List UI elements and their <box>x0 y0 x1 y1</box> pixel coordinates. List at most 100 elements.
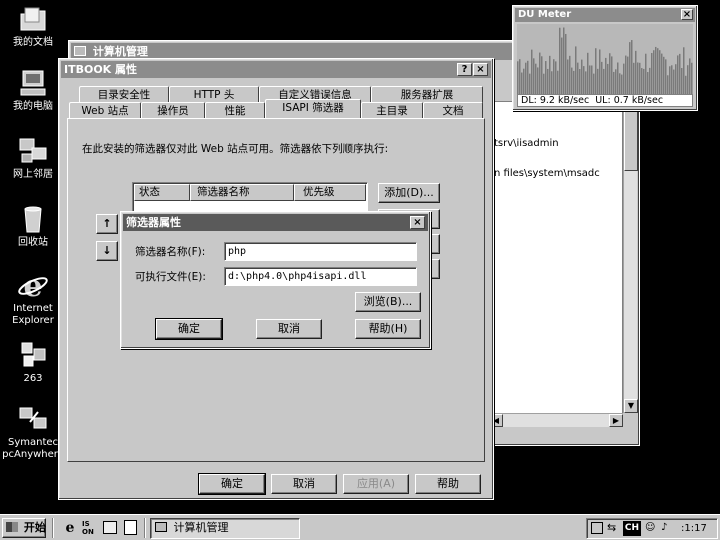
desktop-icon-label: Internet <box>13 303 53 314</box>
desktop-icon-ie[interactable]: e Internet Explorer <box>0 270 66 327</box>
column-header-filter-name[interactable]: 筛选器名称 <box>190 184 294 201</box>
quicklaunch-outlook-icon[interactable]: IS ON <box>82 520 98 536</box>
help-button[interactable]: 帮助 <box>415 474 481 494</box>
du-meter-graph-bar <box>543 73 545 94</box>
du-meter-graph-bar <box>625 55 627 94</box>
filter-properties-titlebar[interactable]: 筛选器属性 <box>123 214 428 231</box>
mmc-horizontal-scrollbar[interactable]: ◀ ▶ <box>489 413 623 427</box>
tab-server-extensions[interactable]: 服务器扩展 <box>371 86 483 103</box>
task-button-computer-management[interactable]: 计算机管理 <box>150 518 300 539</box>
scrollbar-thumb[interactable] <box>624 101 638 171</box>
du-meter-graph-bar <box>691 62 693 94</box>
du-meter-graph-bar <box>531 49 533 94</box>
du-meter-graph-bar <box>673 69 675 94</box>
close-icon[interactable]: × <box>410 216 425 229</box>
du-meter-graph-bar <box>563 27 565 94</box>
start-label: 开始 <box>23 521 46 534</box>
apply-button[interactable]: 应用(A) <box>343 474 409 494</box>
mmc-vertical-scrollbar[interactable]: ▼ <box>623 101 638 413</box>
quicklaunch-notepad-icon[interactable] <box>124 520 137 535</box>
du-meter-graph-bar <box>587 52 589 94</box>
filter-cancel-button[interactable]: 取消 <box>256 319 322 339</box>
du-meter-graph-bar <box>599 49 601 94</box>
du-meter-graph-bar <box>639 62 641 94</box>
browse-button[interactable]: 浏览(B)... <box>355 292 421 312</box>
help-icon[interactable]: ? <box>457 63 472 76</box>
close-icon[interactable]: × <box>681 9 693 20</box>
du-meter-graph-bar <box>653 50 655 94</box>
column-header-priority[interactable]: 优先级 <box>294 184 366 201</box>
clock[interactable]: :1:17 <box>681 523 707 534</box>
du-meter-graph-bar <box>677 55 679 94</box>
du-meter-graph-bar <box>555 61 557 94</box>
tab-web-site[interactable]: Web 站点 <box>69 102 141 119</box>
tab-documents[interactable]: 文档 <box>423 102 483 119</box>
du-meter-graph-bar <box>615 69 617 94</box>
move-up-button[interactable]: ↑ <box>96 214 118 234</box>
du-meter-graph-bar <box>607 63 609 94</box>
du-meter-graph-bar <box>581 59 583 94</box>
tab-directory-security[interactable]: 目录安全性 <box>79 86 169 103</box>
du-meter-graph-bar <box>655 46 657 94</box>
du-meter-graph-bar <box>571 67 573 94</box>
desktop-icon-label: 我的电脑 <box>13 101 53 112</box>
du-meter-graph-bar <box>657 48 659 94</box>
tab-home-directory[interactable]: 主目录 <box>361 102 423 119</box>
ok-button[interactable]: 确定 <box>198 473 266 495</box>
tab-operators[interactable]: 操作员 <box>141 102 205 119</box>
filter-help-button[interactable]: 帮助(H) <box>355 319 421 339</box>
du-meter-graph-bar <box>567 59 569 94</box>
du-meter-graph-bar <box>575 46 577 94</box>
keyboard-icon[interactable] <box>591 522 603 534</box>
tab-isapi-filters[interactable]: ISAPI 筛选器 <box>265 99 361 118</box>
internet-explorer-icon: e <box>18 270 48 300</box>
du-meter-graph-bar <box>617 62 619 94</box>
du-meter-graph-bar <box>541 56 543 94</box>
filter-properties-title: 筛选器属性 <box>126 216 181 229</box>
du-meter-graph-bar <box>609 53 611 94</box>
close-icon[interactable]: × <box>473 63 488 76</box>
du-meter-graph-bar <box>643 68 645 94</box>
quicklaunch-ie-icon[interactable]: e <box>62 520 78 536</box>
scroll-down-arrow-icon[interactable]: ▼ <box>624 399 638 413</box>
filter-name-label: 筛选器名称(F): <box>135 246 206 258</box>
system-tray: ⇆ CH ☺ ♪ :1:17 <box>586 518 718 539</box>
tab-http-headers[interactable]: HTTP 头 <box>169 86 259 103</box>
tab-performance[interactable]: 性能 <box>205 102 265 119</box>
du-meter-titlebar[interactable]: DU Meter <box>515 8 695 22</box>
volume-icon[interactable]: ♪ <box>661 522 667 533</box>
executable-input[interactable]: d:\php4.0\php4isapi.dll <box>224 267 417 286</box>
filter-name-input[interactable]: php <box>224 242 417 261</box>
input-method-icon[interactable]: ☺ <box>645 522 655 533</box>
move-down-button[interactable]: ↓ <box>96 241 118 261</box>
scroll-right-arrow-icon[interactable]: ▶ <box>609 414 623 427</box>
du-meter-graph <box>517 24 693 94</box>
desktop-icon-my-documents[interactable]: 我的文档 <box>0 4 66 49</box>
du-meter-graph-bar <box>557 70 559 94</box>
desktop-icon-recycle-bin[interactable]: 回收站 <box>0 204 66 249</box>
cancel-button[interactable]: 取消 <box>271 474 337 494</box>
du-meter-graph-bar <box>603 68 605 94</box>
properties-titlebar[interactable]: ITBOOK 属性 <box>61 61 491 78</box>
ime-indicator[interactable]: CH <box>623 521 641 536</box>
quicklaunch-desktop-icon[interactable] <box>103 521 117 534</box>
filter-ok-button[interactable]: 确定 <box>155 318 223 340</box>
add-filter-button[interactable]: 添加(D)... <box>378 183 440 203</box>
desktop-icon-my-computer[interactable]: 我的电脑 <box>0 68 66 113</box>
desktop-icon-pcanywhere[interactable]: Symantec pcAnywhere <box>0 404 66 461</box>
du-meter-graph-bar <box>669 66 671 94</box>
start-button[interactable]: 开始 <box>2 518 46 538</box>
du-meter-graph-bar <box>547 68 549 94</box>
du-meter-graph-bar <box>585 71 587 94</box>
desktop-icon-263[interactable]: 263 <box>0 340 66 385</box>
du-meter-graph-bar <box>589 65 591 94</box>
column-header-status[interactable]: 状态 <box>134 184 190 201</box>
desktop-icon-label: 我的文档 <box>13 37 53 48</box>
network-activity-icon[interactable]: ⇆ <box>607 521 616 534</box>
properties-title: ITBOOK 属性 <box>64 63 138 76</box>
du-meter-graph-bar <box>539 52 541 94</box>
du-meter-graph-bar <box>637 62 639 94</box>
desktop-icon-network[interactable]: 网上邻居 <box>0 136 66 181</box>
du-meter-graph-bar <box>649 67 651 94</box>
du-meter-graph-bar <box>675 64 677 94</box>
